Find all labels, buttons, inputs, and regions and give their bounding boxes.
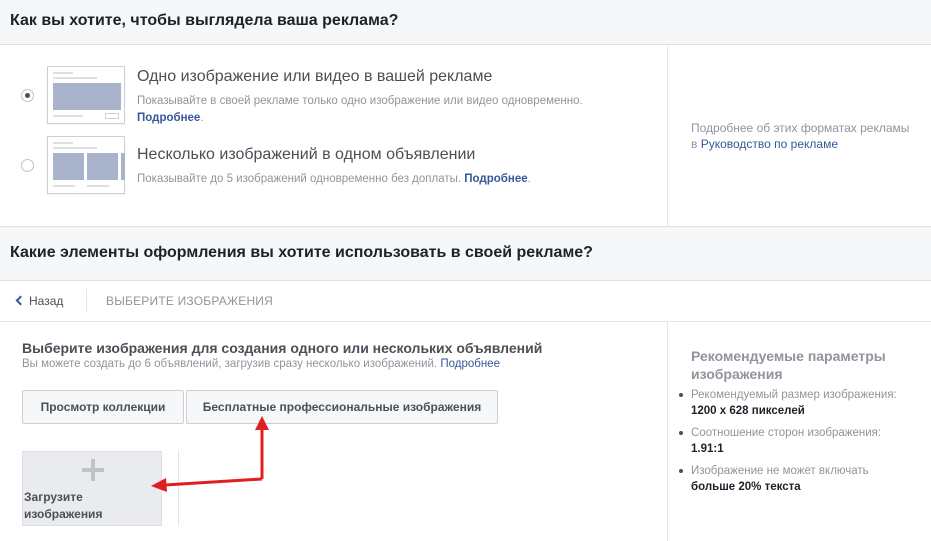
images-more-link[interactable]: Подробнее — [440, 358, 500, 370]
option-carousel-more-link[interactable]: Подробнее — [464, 173, 527, 185]
annotation-arrow — [151, 416, 269, 492]
images-title: Выберите изображения для создания одного… — [22, 340, 543, 356]
recommended-list: Рекомендуемый размер изображения: 1200 x … — [679, 387, 926, 501]
back-label: Назад — [29, 294, 64, 308]
images-subtitle-text: Вы можете создать до 6 объявлений, загру… — [22, 358, 438, 370]
list-item: Рекомендуемый размер изображения: 1200 x … — [679, 387, 926, 419]
images-navbar: Назад ВЫБЕРИТЕ ИЗОБРАЖЕНИЯ — [0, 281, 931, 322]
breadcrumb-select-images: ВЫБЕРИТЕ ИЗОБРАЖЕНИЯ — [106, 294, 273, 308]
free-stock-images-button[interactable]: Бесплатные профессиональные изображения — [186, 390, 498, 424]
format-guide-note: Подробнее об этих форматах рекламы в Рук… — [691, 120, 911, 152]
carousel-thumbnail-icon — [47, 136, 125, 194]
option-single-image-title[interactable]: Одно изображение или видео в вашей рекла… — [137, 68, 492, 86]
images-subtitle: Вы можете создать до 6 объявлений, загру… — [22, 358, 500, 370]
creative-section-title: Какие элементы оформления вы хотите испо… — [10, 244, 593, 261]
back-button[interactable]: Назад — [15, 294, 64, 308]
radio-single-image[interactable] — [21, 89, 34, 102]
option-single-image-text: Показывайте в своей рекламе только одно … — [137, 95, 583, 107]
option-single-image-description: Показывайте в своей рекламе только одно … — [137, 95, 583, 124]
single-image-thumbnail-icon — [47, 66, 125, 124]
browse-library-button[interactable]: Просмотр коллекции — [22, 390, 184, 424]
option-carousel-text: Показывайте до 5 изображений одновременн… — [137, 173, 462, 185]
upload-images-label: Загрузите изображения — [24, 490, 103, 521]
option-carousel-description: Показывайте до 5 изображений одновременн… — [137, 173, 531, 185]
chevron-left-icon — [15, 295, 26, 306]
recommended-title: Рекомендуемые параметры изображения — [691, 348, 886, 382]
list-item: Соотношение сторон изображения: 1.91:1 — [679, 425, 926, 457]
format-section-title: Как вы хотите, чтобы выглядела ваша рекл… — [10, 12, 399, 29]
ads-guide-link[interactable]: Руководство по рекламе — [701, 137, 838, 151]
nav-divider — [86, 289, 87, 313]
creative-section-header: Какие элементы оформления вы хотите испо… — [0, 226, 931, 281]
upload-images-tile[interactable]: Загрузите изображения — [22, 451, 162, 526]
option-carousel-title[interactable]: Несколько изображений в одном объявлении — [137, 146, 475, 164]
format-section-header: Как вы хотите, чтобы выглядела ваша рекл… — [0, 0, 931, 45]
list-item: Изображение не может включать больше 20% … — [679, 463, 926, 495]
upload-separator — [178, 450, 179, 526]
radio-carousel[interactable] — [21, 159, 34, 172]
images-divider — [667, 322, 668, 541]
format-divider — [667, 45, 668, 226]
option-single-image-more-link[interactable]: Подробнее — [137, 112, 200, 124]
